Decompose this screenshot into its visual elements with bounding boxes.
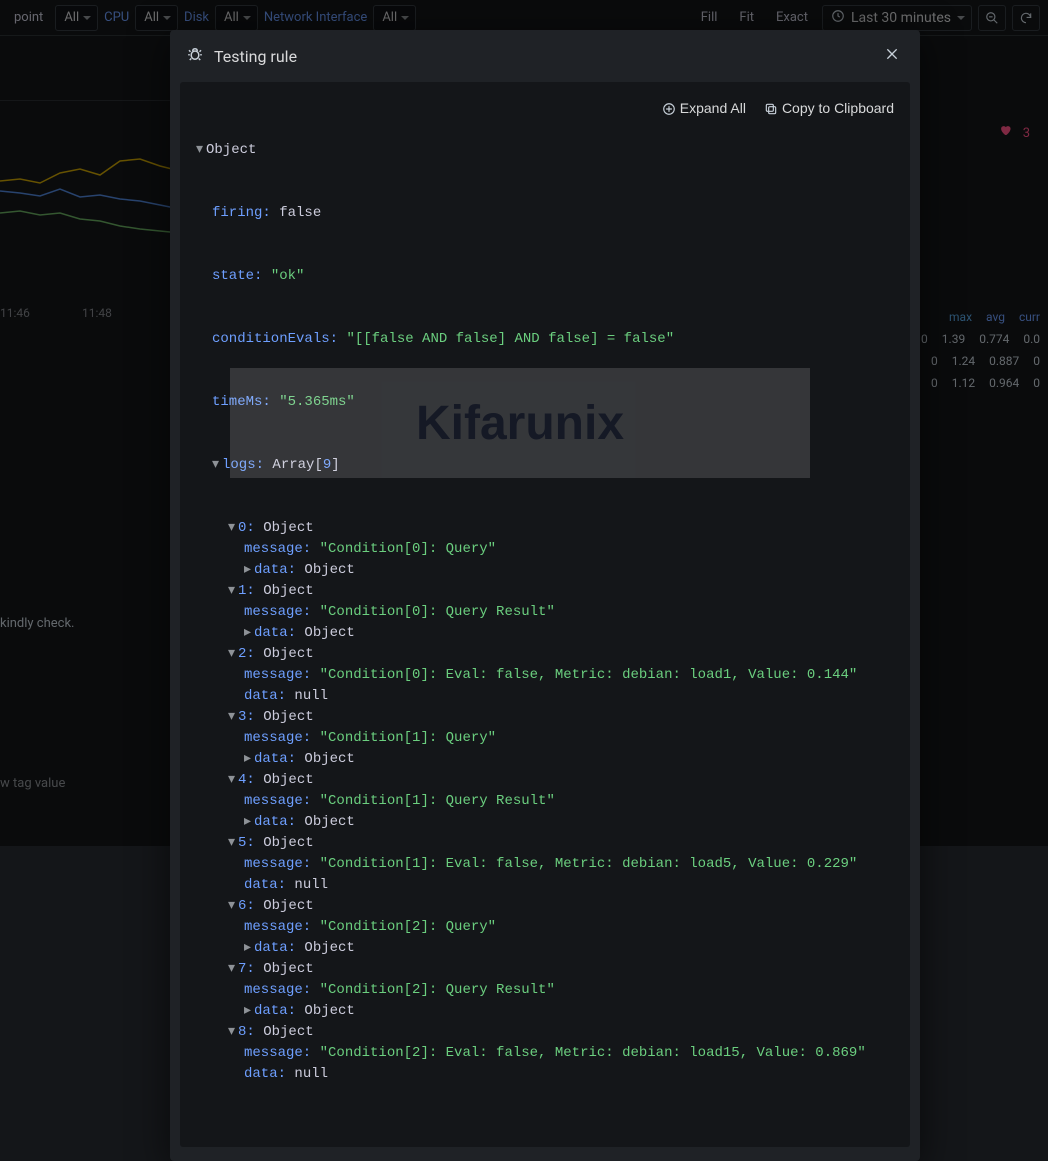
expand-all-button[interactable]: Expand All bbox=[662, 98, 746, 119]
copy-button[interactable]: Copy to Clipboard bbox=[764, 98, 894, 119]
toggle-icon[interactable] bbox=[212, 455, 222, 476]
testing-rule-modal: Testing rule Expand All Copy to Clipboar… bbox=[170, 30, 920, 1161]
toggle-icon[interactable] bbox=[228, 518, 238, 539]
close-button[interactable] bbox=[880, 42, 904, 70]
toggle-icon[interactable] bbox=[196, 140, 206, 161]
toggle-icon[interactable] bbox=[244, 623, 254, 644]
toggle-icon[interactable] bbox=[244, 749, 254, 770]
toggle-icon[interactable] bbox=[228, 707, 238, 728]
toggle-icon[interactable] bbox=[228, 833, 238, 854]
bug-icon bbox=[186, 45, 204, 67]
toggle-icon[interactable] bbox=[228, 581, 238, 602]
json-tree: Object firing: false state: "ok" conditi… bbox=[196, 98, 894, 1127]
modal-title: Testing rule bbox=[214, 47, 297, 66]
toggle-icon[interactable] bbox=[244, 812, 254, 833]
toggle-icon[interactable] bbox=[244, 1001, 254, 1022]
toggle-icon[interactable] bbox=[228, 644, 238, 665]
toggle-icon[interactable] bbox=[244, 938, 254, 959]
toggle-icon[interactable] bbox=[228, 1022, 238, 1043]
toggle-icon[interactable] bbox=[228, 770, 238, 791]
toggle-icon[interactable] bbox=[228, 959, 238, 980]
toggle-icon[interactable] bbox=[228, 896, 238, 917]
toggle-icon[interactable] bbox=[244, 560, 254, 581]
